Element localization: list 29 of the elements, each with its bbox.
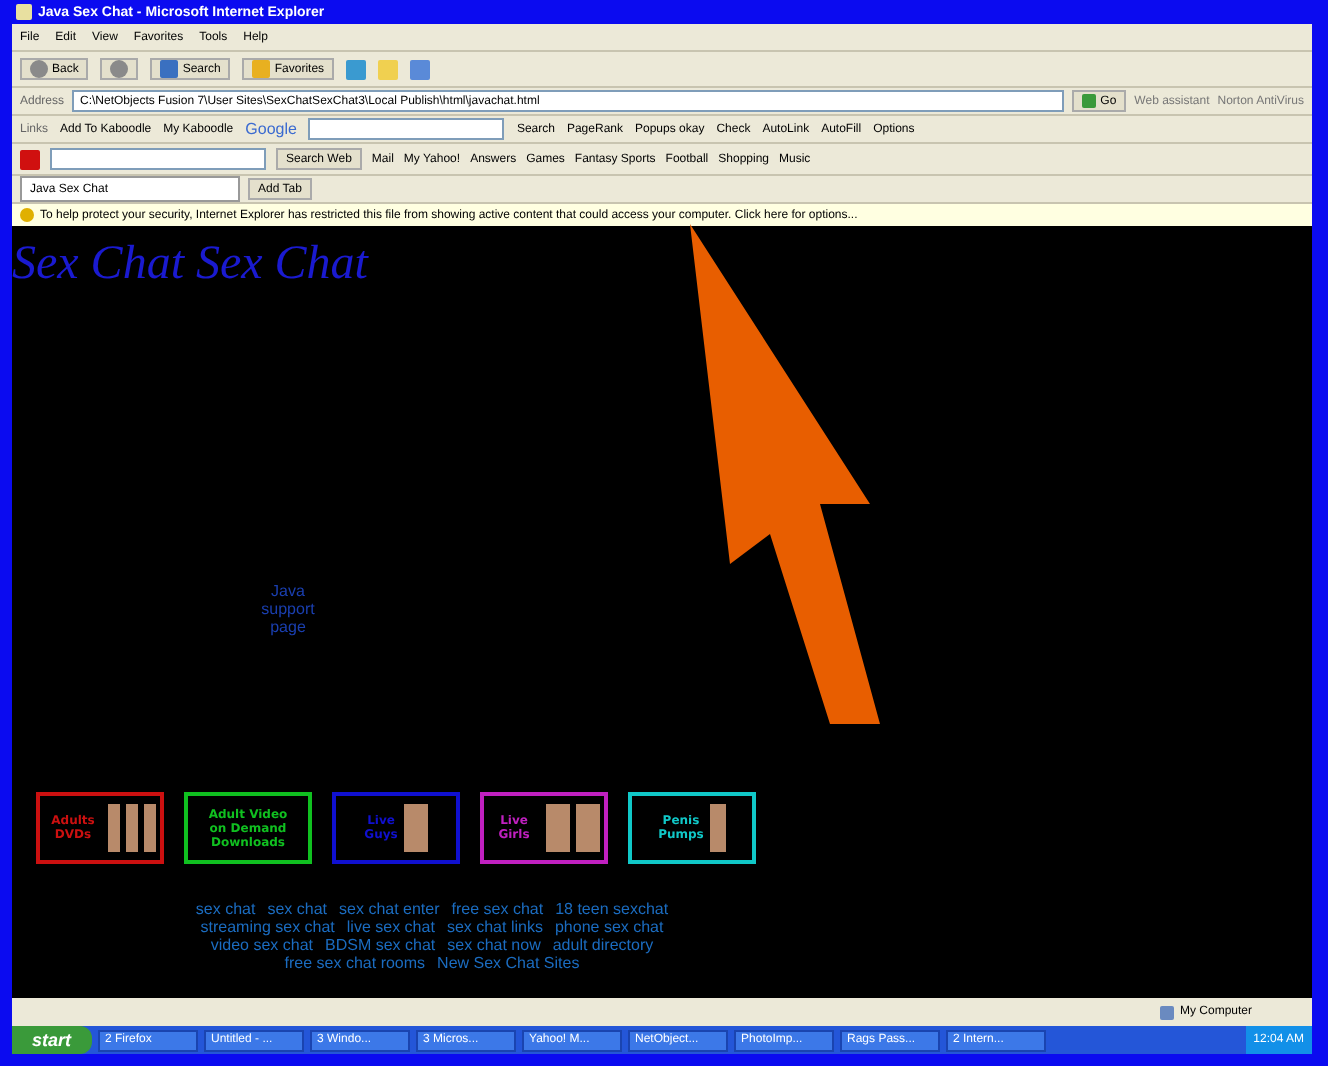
text-link[interactable]: sex chat [267,900,328,919]
google-search-field[interactable] [308,118,505,140]
start-button[interactable]: start [12,1026,92,1054]
text-link[interactable]: live sex chat [346,918,435,937]
photo-placeholder [546,804,570,853]
text-link[interactable]: sex chat now [447,936,541,955]
photo-placeholder [126,804,138,853]
photo-placeholder [108,804,120,853]
text-link[interactable]: BDSM sex chat [325,936,436,955]
text-link[interactable]: 18 teen sexchat [555,900,669,919]
text-link[interactable]: sex chat enter [339,900,440,919]
text-link[interactable]: video sex chat [210,936,314,955]
google-logo: Google [245,120,297,138]
text-link[interactable]: free sex chat rooms [284,954,426,973]
java-support-text: Java support page [260,584,316,637]
text-link[interactable]: sex chat [195,900,256,919]
text-link[interactable]: sex chat links [446,918,543,937]
photo-placeholder [576,804,600,853]
photo-placeholder [144,804,156,853]
text-link[interactable]: free sex chat [451,900,544,919]
text-link[interactable]: streaming sex chat [200,918,335,937]
photo-placeholder [403,804,428,853]
photo-placeholder [709,804,726,853]
yahoo-search-field[interactable] [50,148,266,170]
text-link[interactable]: adult directory [552,936,654,955]
text-link[interactable]: phone sex chat [554,918,664,937]
page-heading: Sex Chat Sex Chat [12,238,368,292]
text-link[interactable]: New Sex Chat Sites [437,954,580,973]
forward-button[interactable] [100,58,139,80]
